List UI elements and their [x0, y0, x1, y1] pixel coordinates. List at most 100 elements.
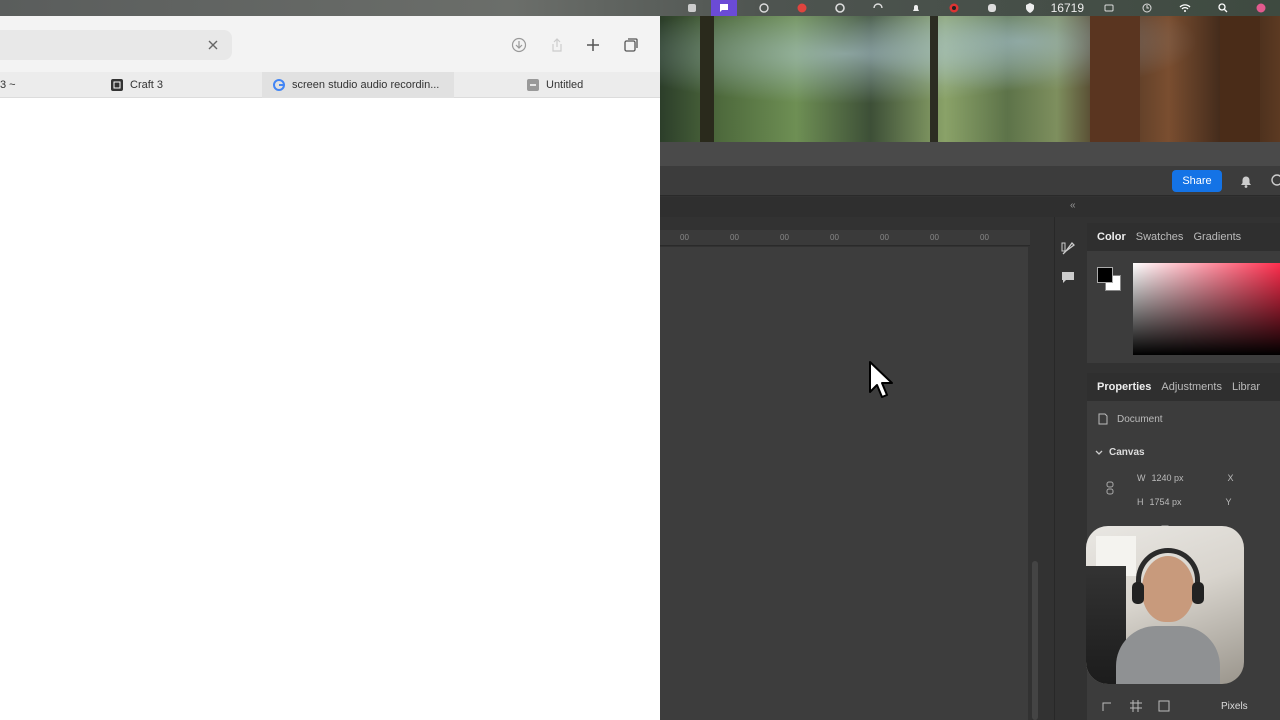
- chevron-down-icon: [1095, 450, 1103, 455]
- comments-icon[interactable]: [1060, 269, 1076, 285]
- headset-band: [1136, 548, 1200, 598]
- brush-settings-icon[interactable]: [1060, 241, 1076, 257]
- canvas-section-header[interactable]: Canvas: [1095, 447, 1145, 458]
- webcam-person-body: [1116, 626, 1220, 684]
- google-icon: [272, 78, 286, 92]
- height-row: H 1754 px Y: [1137, 497, 1232, 507]
- document-icon: [1098, 413, 1108, 425]
- tab-home[interactable]: 3 ~: [0, 72, 90, 98]
- shield-menu-icon[interactable]: [1011, 0, 1049, 16]
- color-panel-tabs: Color Swatches Gradients: [1087, 223, 1280, 251]
- tab-label: screen studio audio recordin...: [292, 79, 440, 91]
- spotlight-search-icon[interactable]: [1204, 0, 1242, 16]
- ruler-tick-label: 00: [930, 233, 939, 242]
- tab-untitled[interactable]: Untitled: [526, 72, 646, 98]
- share-button[interactable]: Share: [1172, 170, 1222, 192]
- grid-icon[interactable]: [1129, 699, 1143, 713]
- tab-libraries[interactable]: Librar: [1222, 373, 1260, 401]
- tab-label: Craft 3: [130, 79, 164, 91]
- wallpaper-tree-trunk: [1090, 16, 1140, 142]
- color-panel: Color Swatches Gradients: [1087, 223, 1280, 363]
- tab-color[interactable]: Color: [1087, 223, 1126, 251]
- recording-menu-icon[interactable]: [783, 0, 821, 16]
- properties-panel-tabs: Properties Adjustments Librar: [1087, 373, 1280, 401]
- tab-google-search[interactable]: screen studio audio recordin...: [262, 72, 454, 98]
- bell-icon[interactable]: [1238, 173, 1254, 189]
- width-row: W 1240 px X: [1137, 473, 1234, 483]
- desktop-wallpaper: [660, 16, 1280, 142]
- sync-menu-icon[interactable]: [859, 0, 897, 16]
- height-label: H: [1137, 497, 1144, 507]
- wallpaper-sky: [660, 16, 1280, 142]
- tab-bar: 3 ~ Craft 3 screen studio audio recordin…: [0, 72, 660, 98]
- x-label: X: [1227, 473, 1234, 483]
- notification-menu-icon[interactable]: [897, 0, 935, 16]
- tab-craft[interactable]: Craft 3: [110, 72, 260, 98]
- share-icon[interactable]: [546, 34, 568, 56]
- siri-icon[interactable]: [1242, 0, 1280, 16]
- frame-icon[interactable]: [1157, 699, 1171, 713]
- vertical-scrollbar[interactable]: [1032, 561, 1038, 720]
- tab-label: 3 ~: [0, 79, 16, 91]
- new-tab-icon[interactable]: [582, 34, 604, 56]
- panel-bottom-tools: [1101, 699, 1171, 713]
- collapse-panels-icon[interactable]: «: [1070, 200, 1076, 211]
- clock-menu-icon[interactable]: [1128, 0, 1166, 16]
- search-icon[interactable]: [1270, 173, 1280, 187]
- ruler-tick-label: 00: [880, 233, 889, 242]
- panel-icon-strip: [1054, 217, 1080, 720]
- tab-gradients[interactable]: Gradients: [1183, 223, 1241, 251]
- ruler-tick-label: 00: [830, 233, 839, 242]
- color-picker-field[interactable]: [1133, 263, 1280, 355]
- browser-window: 3 ~ Craft 3 screen studio audio recordin…: [0, 16, 660, 720]
- horizontal-ruler: 00 00 00 00 00 00 00: [660, 230, 1030, 246]
- units-dropdown[interactable]: Pixels: [1221, 701, 1248, 712]
- wallpaper-tree-trunk: [930, 16, 938, 142]
- foreground-color-swatch[interactable]: [1097, 267, 1113, 283]
- tab-swatches[interactable]: Swatches: [1126, 223, 1184, 251]
- browser-page-content: [0, 98, 660, 720]
- wifi-icon[interactable]: [1166, 0, 1204, 16]
- ruler-tick-label: 00: [680, 233, 689, 242]
- width-field[interactable]: 1240 px: [1152, 473, 1222, 483]
- clear-address-icon[interactable]: [204, 36, 222, 54]
- photoshop-titlebar: [660, 142, 1280, 166]
- app-menu-icon[interactable]: [745, 0, 783, 16]
- downloads-icon[interactable]: [508, 34, 530, 56]
- browser-toolbar: [0, 16, 660, 72]
- menu-extra-icon[interactable]: [673, 0, 711, 16]
- ruler-tick-label: 00: [980, 233, 989, 242]
- y-label: Y: [1225, 497, 1232, 507]
- document-canvas[interactable]: [660, 247, 1028, 720]
- active-app-menu-icon[interactable]: [710, 0, 737, 16]
- ruler-tick-label: 00: [730, 233, 739, 242]
- width-label: W: [1137, 473, 1146, 483]
- macos-menu-bar: 16719: [0, 0, 1280, 16]
- creative-cloud-menu-icon[interactable]: [821, 0, 859, 16]
- address-bar[interactable]: [0, 30, 232, 60]
- document-icon: [526, 78, 540, 92]
- tab-overview-icon[interactable]: [620, 34, 642, 56]
- status-tray: 16719: [673, 0, 1280, 16]
- battery-menu-icon[interactable]: [1090, 0, 1128, 16]
- tab-adjustments[interactable]: Adjustments: [1151, 373, 1222, 401]
- status-count: 16719: [1050, 1, 1084, 15]
- mouse-cursor-icon: [868, 360, 898, 402]
- wallpaper-tree-trunk: [700, 16, 714, 142]
- link-dimensions-icon[interactable]: [1105, 481, 1115, 495]
- skype-menu-icon[interactable]: [973, 0, 1011, 16]
- height-field[interactable]: 1754 px: [1150, 497, 1220, 507]
- tab-label: Untitled: [546, 79, 584, 91]
- ruler-tick-label: 00: [780, 233, 789, 242]
- headset-ear-right: [1192, 582, 1204, 604]
- tab-properties[interactable]: Properties: [1087, 373, 1151, 401]
- workspace-bar: [660, 197, 1280, 217]
- webcam-overlay: [1086, 526, 1244, 684]
- artboard-icon[interactable]: [1101, 699, 1115, 713]
- wallpaper-tree-trunk: [1220, 16, 1260, 142]
- document-row: Document: [1097, 413, 1163, 425]
- camera-menu-icon[interactable]: [935, 0, 973, 16]
- document-label: Document: [1117, 413, 1163, 425]
- craft-app-icon: [110, 78, 124, 92]
- headset-ear-left: [1132, 582, 1144, 604]
